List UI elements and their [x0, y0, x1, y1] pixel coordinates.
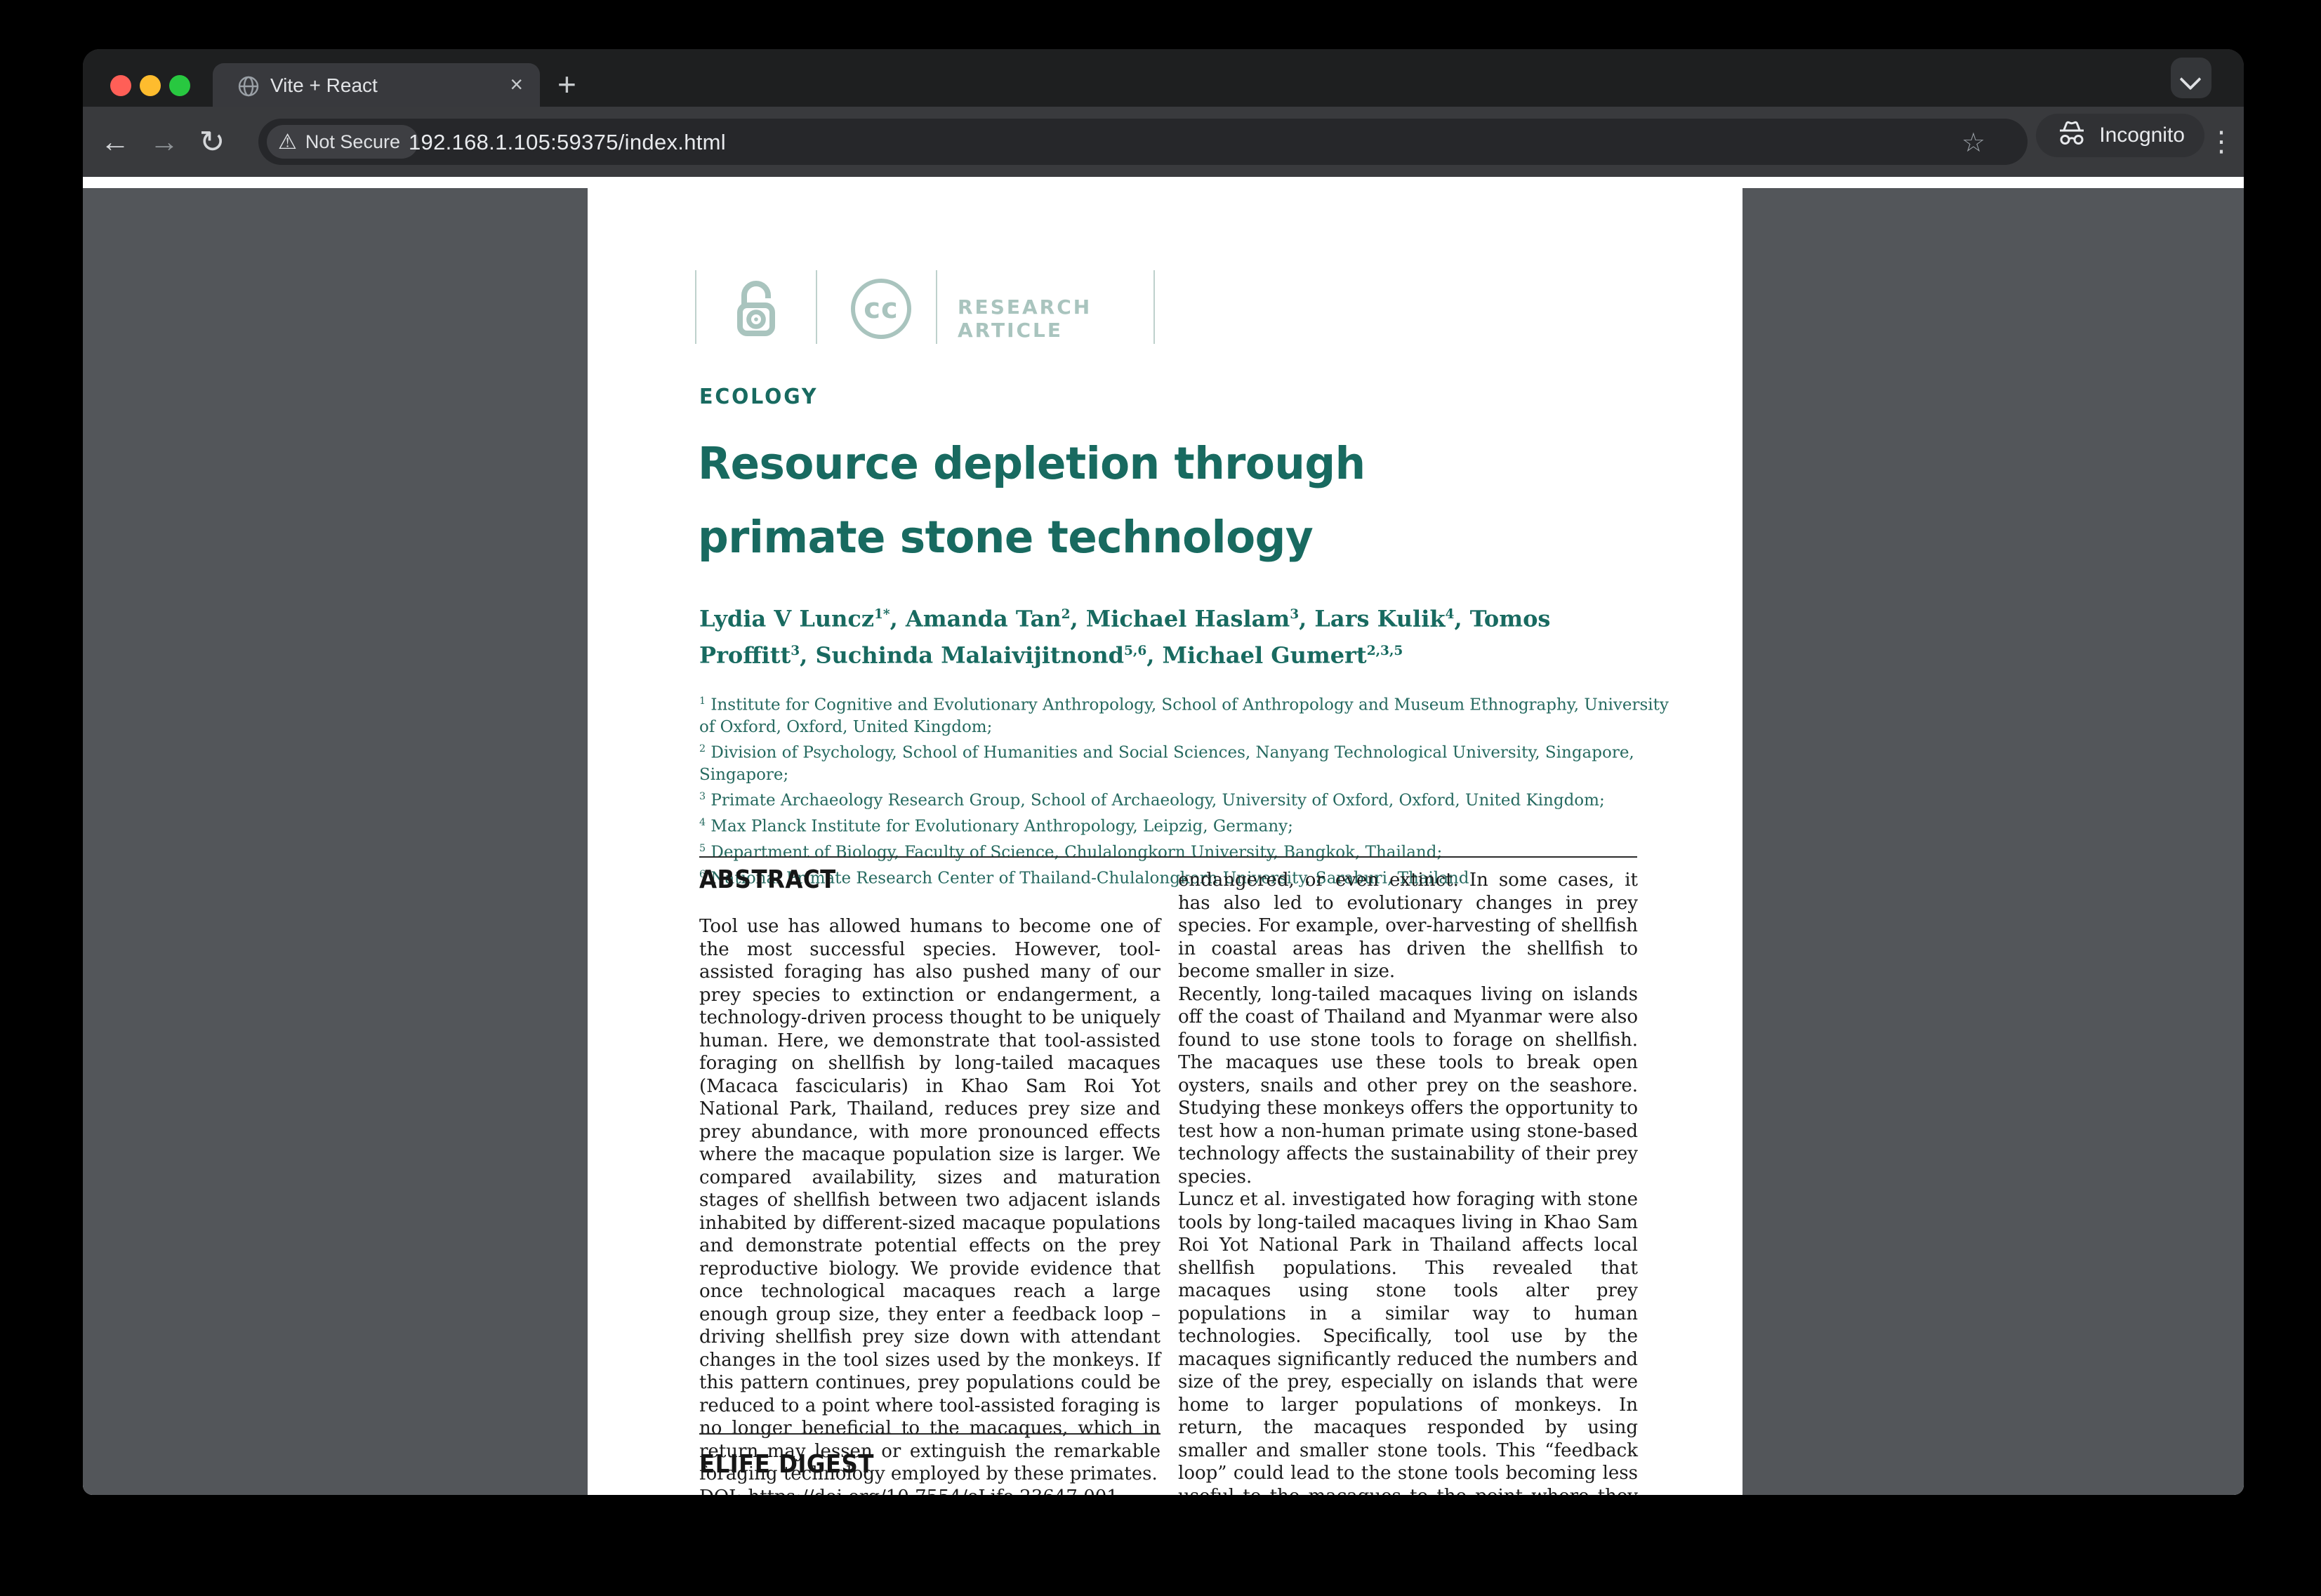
tab-strip: Vite + React × + [83, 49, 2244, 107]
chevron-down-icon [2179, 68, 2201, 90]
zoom-window-button[interactable] [169, 75, 190, 96]
digest-column: endangered, or even extinct. In some cas… [1178, 869, 1638, 1495]
url-text[interactable]: 192.168.1.105:59375/index.html [409, 130, 726, 155]
affiliation: 3 Primate Archaeology Research Group, Sc… [699, 786, 1682, 812]
reload-button[interactable]: ↻ [190, 107, 234, 177]
abstract-column: Tool use has allowed humans to become on… [699, 915, 1160, 1495]
minimize-window-button[interactable] [140, 75, 161, 96]
article-title-line1: Resource depletion through [698, 427, 1651, 500]
tab-title: Vite + React [270, 74, 378, 97]
bookmark-star-icon[interactable]: ☆ [1962, 127, 1985, 158]
forward-button[interactable]: → [142, 107, 187, 177]
incognito-label: Incognito [2099, 124, 2185, 147]
article-title: Resource depletion through primate stone… [698, 427, 1651, 574]
abstract-text: Tool use has allowed humans to become on… [699, 915, 1160, 1486]
browser-toolbar: ← → ↻ ⚠ Not Secure 192.168.1.105:59375/i… [83, 107, 2244, 177]
author-list[interactable]: Lydia V Luncz1*, Amanda Tan2, Michael Ha… [699, 599, 1644, 671]
digest-paragraph: Luncz et al. investigated how foraging w… [1178, 1188, 1638, 1495]
affiliation: 2 Division of Psychology, School of Huma… [699, 738, 1682, 786]
research-article-label: RESEARCH ARTICLE [958, 295, 1092, 342]
subject-category[interactable]: ECOLOGY [699, 385, 818, 409]
affiliation-list: 1 Institute for Cognitive and Evolutiona… [699, 691, 1682, 890]
address-bar[interactable]: ⚠ Not Secure 192.168.1.105:59375/index.h… [258, 119, 2028, 165]
digest-divider [699, 1433, 1160, 1435]
digest-paragraph: endangered, or even extinct. In some cas… [1178, 869, 1638, 983]
menu-icon[interactable]: ⋮ [2206, 107, 2237, 177]
open-access-icon [730, 277, 782, 341]
back-button[interactable]: ← [93, 107, 138, 177]
not-secure-chip[interactable]: ⚠ Not Secure [267, 125, 418, 159]
browser-tab[interactable]: Vite + React × [213, 63, 540, 107]
not-secure-label: Not Secure [305, 131, 400, 153]
close-window-button[interactable] [110, 75, 131, 96]
incognito-icon [2056, 119, 2088, 152]
creative-commons-icon: cc [851, 279, 911, 339]
tab-search-button[interactable] [2171, 58, 2211, 98]
tab-close-icon[interactable]: × [510, 72, 523, 97]
warning-icon: ⚠ [278, 130, 297, 154]
elife-digest-heading: ELIFE DIGEST [699, 1450, 874, 1479]
affiliation: 5 Department of Biology, Faculty of Scie… [699, 838, 1682, 864]
new-tab-button[interactable]: + [557, 70, 576, 98]
digest-paragraph: Recently, long-tailed macaques living on… [1178, 983, 1638, 1189]
affiliation: 4 Max Planck Institute for Evolutionary … [699, 812, 1682, 838]
article-page: cc RESEARCH ARTICLE ECOLOGY Resource dep… [588, 188, 1743, 1495]
affiliation: 1 Institute for Cognitive and Evolutiona… [699, 691, 1682, 738]
browser-window: Vite + React × + ← → ↻ ⚠ Not Secure 192.… [83, 49, 2244, 1495]
page-viewport: cc RESEARCH ARTICLE ECOLOGY Resource dep… [83, 177, 2244, 1495]
incognito-badge: Incognito [2036, 114, 2204, 157]
doi-link[interactable]: DOI: https://doi.org/10.7554/eLife.23647… [699, 1486, 1160, 1496]
abstract-heading: ABSTRACT [699, 865, 836, 894]
globe-icon [237, 74, 260, 102]
section-divider [699, 856, 1637, 858]
article-title-line2: primate stone technology [698, 500, 1651, 574]
